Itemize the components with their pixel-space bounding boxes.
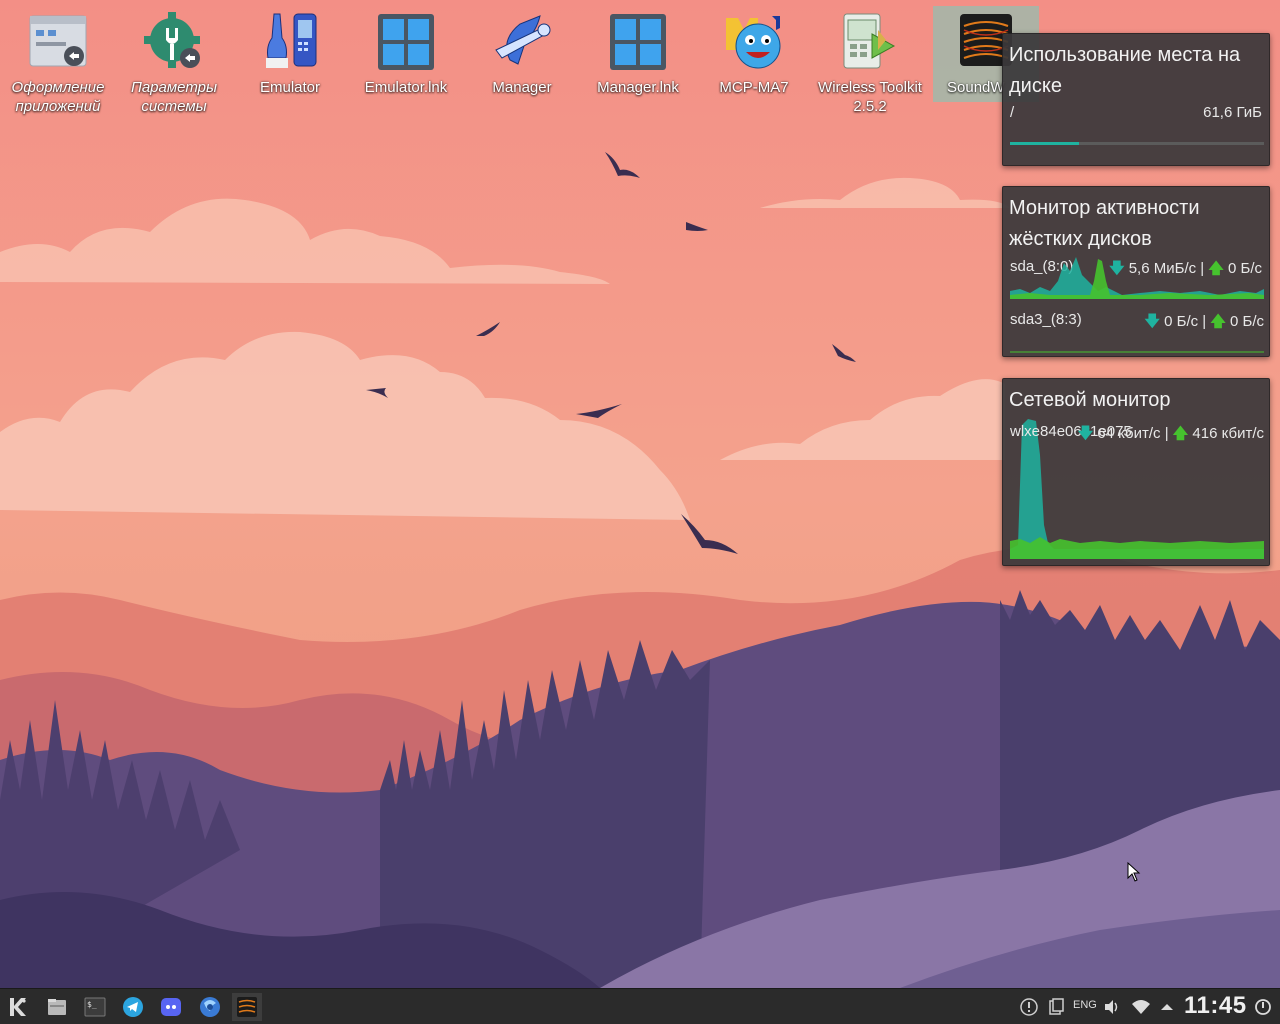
keyboard-layout-indicator[interactable]: ENG	[1073, 999, 1097, 1011]
wifi-icon	[1132, 1000, 1150, 1014]
tray-updates[interactable]	[1017, 993, 1041, 1021]
emulator-icon	[258, 10, 322, 74]
volume-icon	[1105, 1000, 1118, 1014]
desktop-icon-label: Оформление приложений	[11, 79, 105, 115]
desktop-icon-label: Manager.lnk	[597, 79, 679, 96]
desktop-icon-label: Wireless Toolkit 2.5.2	[818, 79, 922, 115]
network-interface-row: wlxe84e0681e075 🡇 64 кбит/с | 🡅 416 кбит…	[1003, 421, 1269, 448]
system-settings-icon	[142, 10, 206, 74]
upload-rate: 416 кбит/с	[1192, 425, 1264, 442]
network-rates: 🡇 64 кбит/с | 🡅 416 кбит/с	[1078, 423, 1264, 448]
taskbar-file-manager[interactable]	[42, 993, 72, 1021]
widget-title: Использование места на диске	[1009, 44, 1241, 97]
taskbar-discord[interactable]	[156, 993, 186, 1021]
desktop-icon-label: Manager	[492, 79, 552, 96]
desktop-icon-label: Emulator.lnk	[364, 79, 448, 96]
power-icon	[1255, 999, 1271, 1015]
network-monitor-widget[interactable]: Сетевой монитор wlxe84e0681e075 🡇 64 кби…	[1002, 378, 1270, 566]
taskbar-telegram[interactable]	[118, 993, 148, 1021]
download-rate: 64 кбит/с	[1097, 425, 1161, 442]
disk-usage-bar	[1010, 142, 1264, 145]
download-arrow-icon: 🡇	[1144, 313, 1160, 330]
discord-icon	[161, 998, 181, 1016]
desktop-icon-grid: Оформление приложений Параметры системы …	[0, 0, 1040, 130]
desktop-icon-appearance[interactable]: Оформление приложений	[2, 6, 114, 122]
tray-network[interactable]	[1128, 993, 1154, 1021]
disk-usage-row: / 61,6 ГиБ	[1003, 102, 1269, 126]
browser-icon	[200, 997, 220, 1017]
mount-point: /	[1010, 104, 1015, 121]
mcp-ma7-icon	[722, 10, 786, 74]
tray-clipboard[interactable]	[1044, 993, 1068, 1021]
wireless-toolkit-icon	[838, 10, 902, 74]
read-rate: 0 Б/с	[1164, 313, 1199, 330]
digital-clock[interactable]: 11:45	[1184, 992, 1247, 1020]
desktop-icon-label: Emulator	[259, 79, 321, 96]
desktop-icon-mcp-ma7[interactable]: MCP-MA7	[698, 6, 810, 122]
device-rates: 🡇 0 Б/с | 🡅 0 Б/с	[1145, 311, 1265, 336]
disk-usage-bar-fill	[1010, 142, 1079, 145]
separator: |	[1164, 425, 1169, 442]
desktop-icon-label: MCP-MA7	[719, 79, 789, 96]
widget-title: Монитор активности жёстких дисков	[1009, 197, 1200, 250]
disk-usage-widget[interactable]: Использование места на диске / 61,6 ГиБ	[1002, 33, 1270, 166]
desktop-icon-system-settings[interactable]: Параметры системы	[118, 6, 230, 122]
disk-activity-widget[interactable]: Монитор активности жёстких дисков sda_(8…	[1002, 186, 1270, 357]
disk-size: 61,6 ГиБ	[1203, 104, 1262, 121]
taskbar-browser[interactable]	[195, 993, 225, 1021]
desktop-icon-wireless-toolkit[interactable]: Wireless Toolkit 2.5.2	[814, 6, 926, 122]
device-name: sda3_(8:3)	[1010, 311, 1082, 328]
upload-arrow-icon: 🡅	[1210, 313, 1226, 330]
desktop-icon-emulator[interactable]: Emulator	[234, 6, 346, 122]
download-arrow-icon: 🡇	[1077, 425, 1094, 442]
terminal-icon: $_	[84, 997, 106, 1017]
manager-icon	[490, 10, 554, 74]
soundwire-icon	[237, 997, 257, 1017]
desktop-icon-manager-lnk[interactable]: Manager.lnk	[582, 6, 694, 122]
widget-title: Сетевой монитор	[1009, 389, 1171, 411]
file-manager-icon	[48, 999, 66, 1015]
windows-shortcut-icon	[374, 10, 438, 74]
expand-tray-icon	[1161, 1004, 1173, 1010]
disk-activity-graph	[1010, 351, 1264, 353]
svg-text:$_: $_	[87, 1000, 97, 1009]
separator: |	[1202, 313, 1207, 330]
taskbar: $_ ENG 11:45	[0, 988, 1280, 1024]
telegram-icon	[123, 997, 143, 1017]
tray-expand-button[interactable]	[1157, 993, 1177, 1021]
tray-power-button[interactable]	[1251, 993, 1275, 1021]
kde-launcher-icon	[10, 998, 26, 1016]
tray-volume[interactable]	[1100, 993, 1124, 1021]
desktop-icon-label: Параметры системы	[130, 79, 218, 115]
updates-icon	[1020, 998, 1038, 1016]
taskbar-soundwire[interactable]	[232, 993, 262, 1021]
desktop-icon-emulator-lnk[interactable]: Emulator.lnk	[350, 6, 462, 122]
desktop-icon-manager[interactable]: Manager	[466, 6, 578, 122]
write-rate: 0 Б/с	[1229, 313, 1264, 330]
disk-activity-graph	[1010, 257, 1264, 299]
application-launcher-button[interactable]	[3, 993, 33, 1021]
taskbar-terminal[interactable]: $_	[80, 993, 110, 1021]
mouse-cursor-icon	[1127, 862, 1141, 882]
windows-shortcut-icon	[606, 10, 670, 74]
clipboard-icon	[1049, 998, 1064, 1015]
upload-arrow-icon: 🡅	[1172, 425, 1189, 442]
disk-device-row: sda3_(8:3) 🡇 0 Б/с | 🡅 0 Б/с	[1003, 309, 1269, 336]
appearance-settings-icon	[26, 10, 90, 74]
